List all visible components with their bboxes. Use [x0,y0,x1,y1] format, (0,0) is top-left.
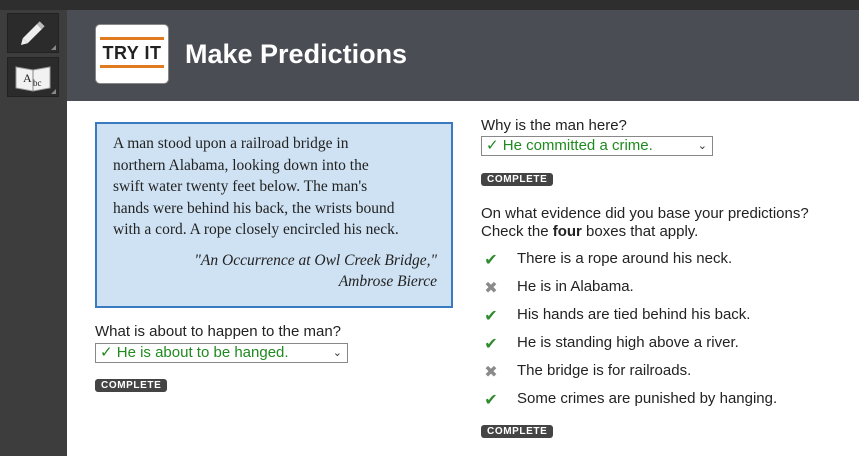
question-3-bold: four [552,223,582,240]
svg-text:bc: bc [33,78,42,88]
correct-check-icon: ✓ [486,137,499,154]
passage-line: hands were behind his back, the wrists b… [113,199,395,217]
svg-text:A: A [23,71,32,85]
correct-check-icon: ✓ [100,344,113,361]
activity-header: TRY IT Make Predictions [67,10,859,101]
question-1-text: What is about to happen to the man? [95,323,341,340]
passage-box: A man stood upon a railroad bridge in no… [95,122,453,308]
question-3-text: On what evidence did you base your predi… [481,205,809,241]
question-2-answer: He committed a crime. [502,137,653,154]
tool-menu-indicator [51,45,56,50]
passage-line: northern Alabama, looking down into the [113,156,369,174]
status-badge: COMPLETE [481,173,554,186]
correct-check-icon: ✔ [484,336,498,353]
evidence-label: Some crimes are punished by hanging. [517,390,778,407]
evidence-label: He is standing high above a river. [517,334,739,351]
evidence-label: The bridge is for railroads. [517,362,692,379]
evidence-label: There is a rope around his neck. [517,250,733,267]
try-it-logo: TRY IT [96,25,168,83]
page-title: Make Predictions [185,39,408,69]
logo-text: TRY IT [102,43,162,63]
passage-citation: "An Occurrence at Owl Creek Bridge," Amb… [113,250,437,292]
logo-stripe [100,65,164,68]
tool-sidebar: A bc [0,10,67,456]
evidence-label: He is in Alabama. [517,278,634,295]
question-3-pre: Check the [481,223,553,240]
passage-line: swift water twenty feet below. The man's [113,178,368,195]
correct-check-icon: ✔ [484,392,498,409]
question-1-dropdown[interactable]: ✓ He is about to be hanged. ⌄ [95,343,348,363]
question-3-line-2: Check the four boxes that apply. [481,223,809,241]
chevron-down-icon: ⌄ [697,140,707,152]
citation-author: Ambrose Bierce [338,272,437,290]
logo-stripe [100,37,164,40]
question-3-post: boxes that apply. [581,223,699,240]
pencil-tool-button[interactable] [7,13,59,53]
tool-menu-indicator [51,89,56,94]
window-top-strip [0,0,859,10]
citation-title: "An Occurrence at Owl Creek Bridge," [194,251,437,269]
dictionary-tool-button[interactable]: A bc [7,57,59,97]
activity-content: A man stood upon a railroad bridge in no… [67,101,859,456]
evidence-label: His hands are tied behind his back. [517,306,751,323]
status-badge: COMPLETE [95,379,168,392]
question-1-answer: He is about to be hanged. [116,344,289,361]
correct-check-icon: ✔ [484,308,498,325]
question-3-line-1: On what evidence did you base your predi… [481,205,809,222]
question-2-text: Why is the man here? [481,117,627,134]
status-badge: COMPLETE [481,425,554,438]
question-2-dropdown[interactable]: ✓ He committed a crime. ⌄ [481,136,713,156]
incorrect-x-icon: ✖ [484,364,498,381]
incorrect-x-icon: ✖ [484,280,498,297]
chevron-down-icon: ⌄ [332,347,342,359]
passage-line: with a cord. A rope closely encircled hi… [113,221,399,238]
correct-check-icon: ✔ [484,252,498,269]
passage-line: A man stood upon a railroad bridge in [113,135,349,152]
